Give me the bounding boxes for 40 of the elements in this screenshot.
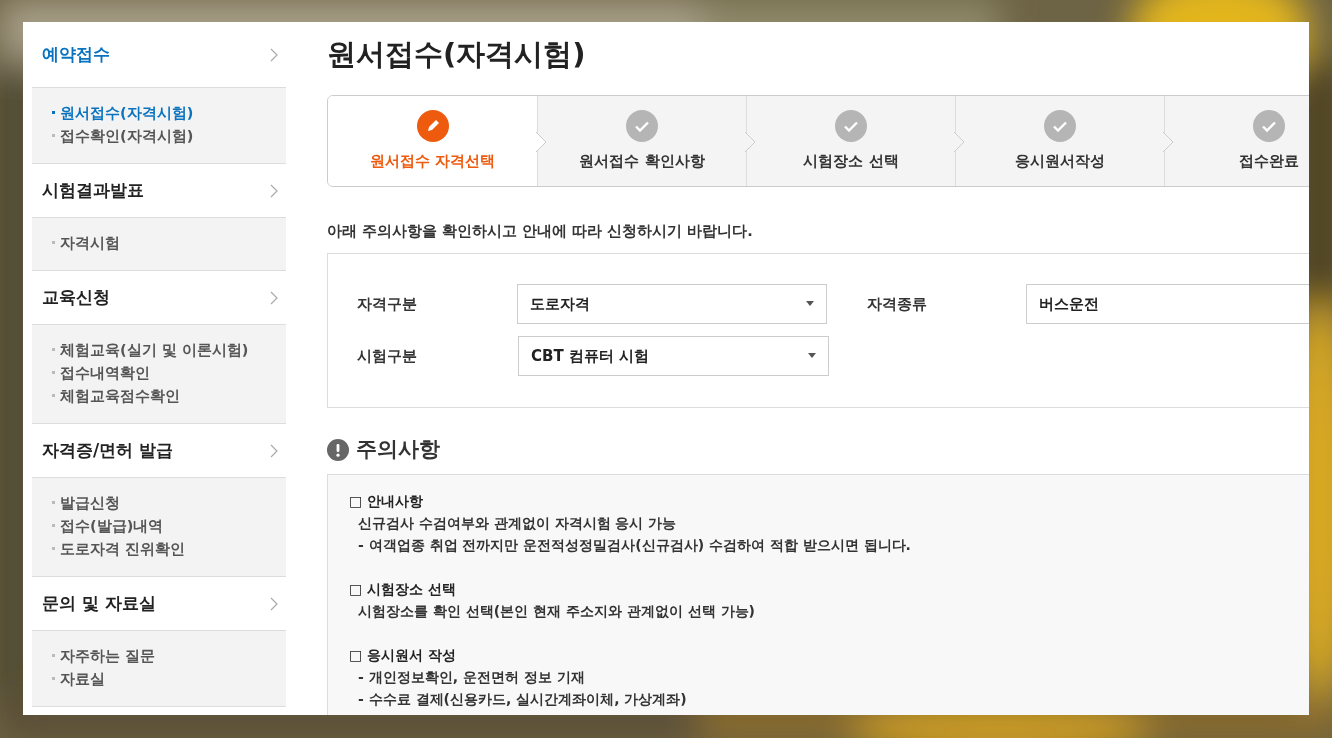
sidebar-link[interactable]: 접수확인(자격시험) <box>52 125 286 148</box>
field-label: 자격구분 <box>357 293 418 315</box>
exclamation-icon <box>327 438 349 461</box>
sidebar-link[interactable]: 발급신청 <box>52 492 286 515</box>
chevron-right-icon <box>270 290 278 305</box>
notice-text: 시험장소를 확인 선택(본인 현재 주소지와 관계없이 선택 가능) <box>357 602 756 622</box>
caret-icon <box>808 353 816 359</box>
sidebar-link[interactable]: 접수내역확인 <box>52 362 286 385</box>
dropdown[interactable]: CBT 컴퓨터 시험 <box>518 335 829 376</box>
chevron-right-icon <box>270 596 278 611</box>
step-label: 원서접수 자격선택 <box>369 150 496 172</box>
instruction-text: 아래 주의사항을 확인하시고 안내에 따라 신청하시기 바랍니다. <box>327 222 754 241</box>
chevron-right-icon <box>270 183 278 198</box>
notice-text: 신규검사 수검여부와 관계없이 자격시험 응시 가능 <box>357 514 678 534</box>
dropdown[interactable]: 버스운전 <box>1026 283 1309 324</box>
chevron-right-icon <box>270 47 278 62</box>
notice-text: - 개인정보확인, 운전면허 정보 기재 <box>357 668 586 688</box>
section-heading: 주의사항 <box>356 435 440 463</box>
sidebar-link[interactable]: 체험교육(실기 및 이론시험) <box>52 339 286 362</box>
step-label: 원서접수 확인사항 <box>579 150 705 172</box>
step-label: 접수완료 <box>1239 150 1299 172</box>
sidebar-link[interactable]: 자료실 <box>52 668 286 691</box>
field-label: 자격종류 <box>867 293 928 315</box>
step-label: 시험장소 선택 <box>803 150 899 172</box>
sidebar-link[interactable]: 도로자격 진위확인 <box>52 538 286 561</box>
notice-heading: □ 안내사항 <box>349 492 425 512</box>
notice-text: - 여객업종 취업 전까지만 운전적성정밀검사(신규검사) 수검하여 적합 받으시면 됩니다. <box>357 536 912 556</box>
dropdown[interactable]: 도로자격 <box>517 283 827 324</box>
field-label: 시험구분 <box>357 345 418 367</box>
sidebar-link[interactable]: 체험교육점수확인 <box>52 385 286 408</box>
notice-heading: □ 응시원서 작성 <box>349 646 457 666</box>
notice-heading: □ 시험장소 선택 <box>349 580 457 600</box>
step-label: 응시원서작성 <box>1015 150 1105 172</box>
sidebar-link[interactable]: 접수(발급)내역 <box>52 515 286 538</box>
sidebar-link[interactable]: 자주하는 질문 <box>52 645 286 668</box>
sidebar-link[interactable]: 원서접수(자격시험) <box>52 102 286 125</box>
chevron-right-icon <box>270 443 278 458</box>
notice-text: - 수수료 결제(신용카드, 실시간계좌이체, 가상계좌) <box>357 690 688 710</box>
caret-icon <box>806 301 814 307</box>
page-title: 원서접수(자격시험) <box>327 36 587 73</box>
